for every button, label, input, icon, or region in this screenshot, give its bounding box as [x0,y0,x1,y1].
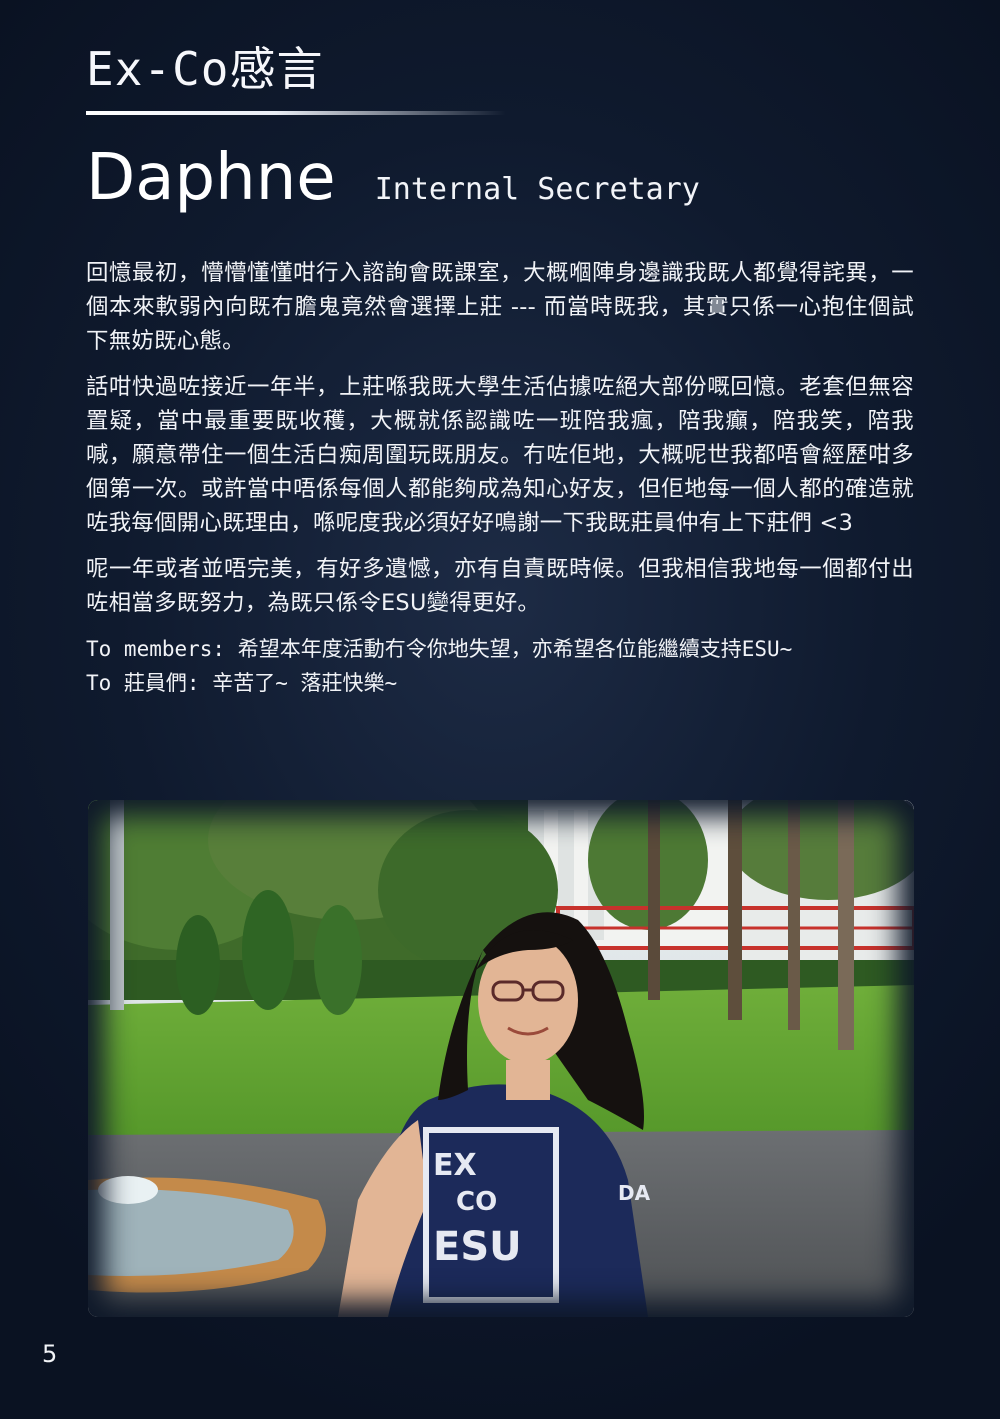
closing-line-committee: To 莊員們: 辛苦了~ 落莊快樂~ [86,671,398,695]
paragraph-2: 話咁快過咗接近一年半，上莊喺我既大學生活佔據咗絕大部份嘅回憶。老套但無容置疑，當… [86,374,914,536]
portrait-photo: EX CO ESU DA [88,800,914,1317]
message-body: 回憶最初，懵懵懂懂咁行入諮詢會既課室，大概嗰陣身邊識我既人都覺得詫異，一個本來軟… [86,256,914,700]
person-header: Daphne Internal Secretary [86,140,700,217]
paragraph-1: 回憶最初，懵懵懂懂咁行入諮詢會既課室，大概嗰陣身邊識我既人都覺得詫異，一個本來軟… [86,260,914,354]
tree-trunk [648,800,660,1000]
shirt-text-ex: EX [433,1148,477,1183]
portrait-photo-illustration: EX CO ESU DA [88,800,914,1317]
sleeve-text: DA [618,1181,651,1205]
shirt-text-co: CO [456,1187,497,1217]
paragraph-3: 呢一年或者並唔完美，有好多遺憾，亦有自責既時候。但我相信我地每一個都付出咗相當多… [86,556,914,616]
closing-line-members: To members: 希望本年度活動冇令你地失望，亦希望各位能繼續支持ESU~ [86,637,793,661]
section-title: Ex-Co感言 [86,42,324,96]
page-number: 5 [42,1340,58,1368]
shirt-text-esu: ESU [433,1224,522,1270]
closing-notes: To members: 希望本年度活動冇令你地失望，亦希望各位能繼續支持ESU~… [86,632,914,700]
title-underline [86,111,506,115]
person-name: Daphne [86,141,336,215]
person-role: Internal Secretary [374,172,700,207]
